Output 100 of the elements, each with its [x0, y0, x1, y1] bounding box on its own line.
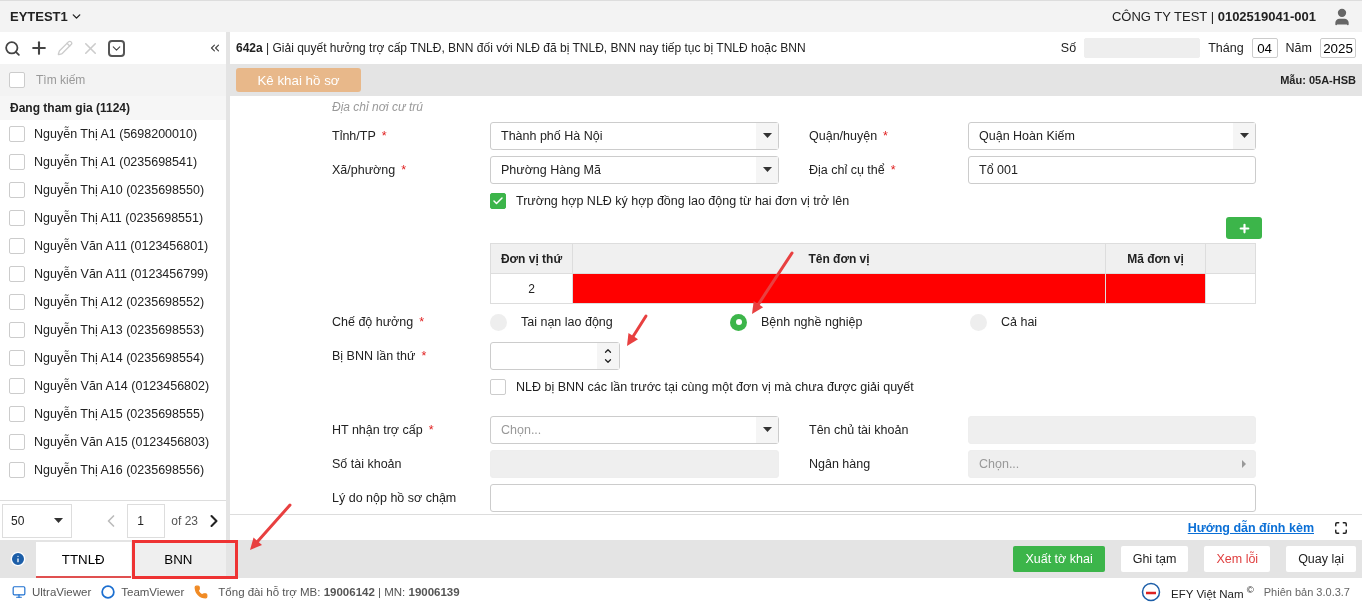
select-field[interactable]: Phường Hàng Mã [490, 155, 779, 184]
form-title: 642a | Giải quyết hưởng trợ cấp TNLĐ, BNN đối với NLĐ đã bị TNLĐ, BNN nay tiếp tục bị TNLĐ hoặc BNN [236, 41, 807, 55]
field-label: Số tài khoản [332, 457, 403, 471]
column-header: Đơn vị thứ [490, 243, 573, 274]
field-label: Ngân hàng [809, 457, 872, 471]
template-code: Mẫu: 05A-HSB [1280, 74, 1356, 86]
column-header [1205, 243, 1256, 274]
checkbox[interactable] [9, 182, 25, 198]
month-field[interactable]: 04 [1251, 38, 1278, 58]
checkbox[interactable] [9, 322, 25, 338]
employee-item[interactable]: Nguyễn Văn A11 (0123456801) [34, 239, 209, 253]
page-size-select[interactable]: 50 [2, 503, 72, 538]
checkbox[interactable] [9, 406, 25, 422]
required-mark: * [401, 162, 406, 177]
add-button[interactable] [1226, 217, 1262, 240]
field-label: Tên chủ tài khoản [809, 423, 910, 437]
employee-item[interactable]: Nguyễn Văn A15 (0123456803) [34, 435, 210, 449]
user-icon[interactable] [1332, 6, 1352, 27]
search-field[interactable]: Tìm kiếm [34, 72, 214, 88]
employee-item[interactable]: Nguyễn Văn A14 (0123456802) [34, 379, 210, 393]
search-bar[interactable]: Tìm kiếm [0, 64, 226, 96]
employee-item[interactable]: Nguyễn Thị A14 (0235698554) [34, 351, 205, 365]
checkbox[interactable] [9, 294, 25, 310]
checkbox[interactable] [9, 238, 25, 254]
annotation-arrow [250, 503, 292, 550]
page-total: of 23 [171, 513, 198, 528]
caret-icon [54, 518, 63, 523]
employee-item[interactable]: Nguyễn Thị A11 (0235698551) [34, 211, 204, 225]
checkbox[interactable] [9, 350, 25, 366]
tool-link[interactable]: TeamViewer [101, 584, 185, 599]
required-mark: * [419, 315, 425, 330]
phone-icon [194, 584, 209, 599]
plus-icon [1237, 221, 1251, 235]
select-field[interactable]: Quận Hoàn Kiếm [968, 121, 1256, 150]
action-button[interactable]: Ghi tạm [1120, 546, 1189, 572]
field-label: Chế độ hưởng * [332, 315, 426, 330]
input-field[interactable] [490, 484, 1256, 512]
field-label: Lý do nộp hồ sơ chậm [332, 491, 458, 505]
dropdown-square-icon[interactable] [108, 39, 125, 57]
monitor-icon [12, 584, 26, 599]
field-label: Xã/phường * [332, 162, 407, 177]
checkbox[interactable] [490, 379, 506, 396]
checkbox[interactable] [9, 154, 25, 170]
checkbox[interactable] [9, 462, 25, 478]
select-field[interactable]: Thành phố Hà Nội [490, 121, 779, 150]
year-field[interactable]: 2025 [1320, 38, 1356, 58]
checkbox[interactable] [9, 126, 25, 142]
caret-icon [762, 133, 772, 139]
circle-icon [101, 584, 116, 599]
input-field[interactable]: Tổ 001 [968, 155, 1256, 184]
search-icon[interactable] [4, 39, 21, 57]
caret-icon [762, 167, 772, 173]
table-cell [1205, 273, 1256, 304]
brand-name: EFY Việt Nam $^{©}$ [1171, 583, 1254, 600]
required-mark: * [421, 349, 427, 364]
table-cell: 2 [490, 273, 573, 304]
radio-option[interactable]: Bệnh nghề nghiệp [730, 313, 970, 331]
company-selector[interactable]: EYTEST1 [10, 9, 83, 24]
annotation-arrow [627, 314, 648, 346]
company-name: CÔNG TY TEST | 0102519041-001 [1111, 9, 1316, 24]
number-label: Số [1060, 41, 1077, 55]
radio-option[interactable]: Cả hai [970, 313, 1170, 331]
required-mark: * [890, 162, 896, 177]
checkbox[interactable] [9, 72, 25, 88]
employee-item[interactable]: Nguyễn Văn A11 (0123456799) [34, 267, 209, 281]
employee-item[interactable]: Nguyễn Thị A1 (0235698541) [34, 155, 198, 169]
checkbox[interactable] [9, 210, 25, 226]
employee-item[interactable]: Nguyễn Thị A16 (0235698556) [34, 463, 205, 477]
checkbox[interactable] [490, 192, 506, 209]
required-mark: * [428, 423, 434, 437]
radio-option[interactable]: Tai nạn lao động [490, 313, 730, 331]
guide-link[interactable]: Hướng dẫn đính kèm [1187, 520, 1314, 535]
tool-link[interactable]: UltraViewer [12, 584, 92, 599]
checkbox[interactable] [9, 266, 25, 282]
collapse-icon[interactable] [208, 41, 222, 55]
checkbox[interactable] [9, 434, 25, 450]
group-header: Đang tham gia (1124) [0, 96, 226, 120]
employee-item[interactable]: Nguyễn Thị A1 (5698200010) [34, 127, 198, 141]
employee-item[interactable]: Nguyễn Thị A15 (0235698555) [34, 407, 205, 421]
employee-item[interactable]: Nguyễn Thị A13 (0235698553) [34, 323, 205, 337]
number-stepper[interactable] [490, 342, 620, 371]
select-field: Chọn... [968, 450, 1256, 478]
field-label: Địa chỉ cụ thể * [809, 162, 897, 177]
checkbox[interactable] [9, 378, 25, 394]
field-label: Bị BNN lần thứ * [332, 349, 428, 364]
page-input[interactable]: 1 [127, 503, 166, 538]
fullscreen-icon[interactable] [1334, 520, 1348, 535]
pencil-icon[interactable] [57, 40, 73, 56]
employee-item[interactable]: Nguyễn Thị A10 (0235698550) [34, 183, 205, 197]
caret-icon [1239, 133, 1249, 139]
employee-item[interactable]: Nguyễn Thị A12 (0235698552) [34, 295, 205, 309]
field-label: Tỉnh/TP * [332, 128, 388, 143]
action-button[interactable]: Xem lỗi [1204, 546, 1271, 572]
action-button[interactable]: Quay lại [1286, 546, 1356, 572]
plus-icon[interactable] [29, 38, 49, 58]
tab[interactable]: TTNLĐ [35, 542, 131, 578]
required-mark: * [381, 128, 387, 143]
column-header: Tên đơn vị [572, 243, 1106, 274]
info-icon[interactable] [9, 551, 26, 567]
section-title: Địa chỉ nơi cư trú [332, 100, 424, 116]
